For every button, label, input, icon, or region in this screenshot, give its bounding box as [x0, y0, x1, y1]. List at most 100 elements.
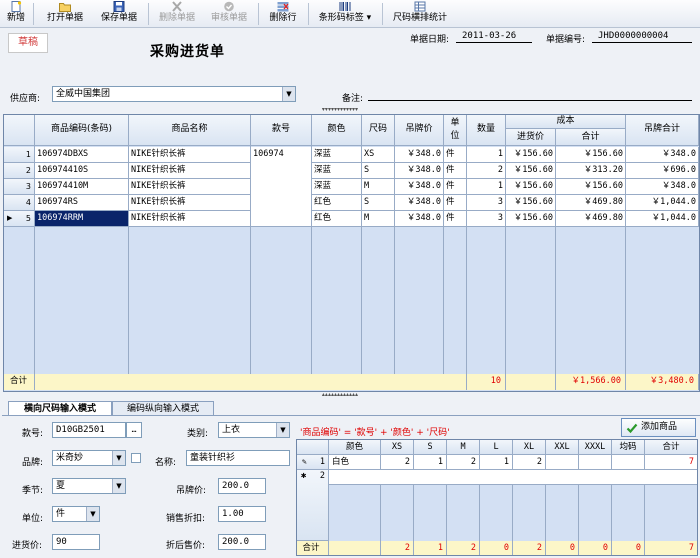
- splitter-handle[interactable]: ▾▾▾▾▾▾▾▾▾▾▾▾: [300, 107, 380, 113]
- tab-horizontal-size-input[interactable]: 横向尺码输入模式: [8, 401, 112, 416]
- open-button[interactable]: 打开单据: [40, 1, 90, 27]
- size-col-header-xs[interactable]: XS: [381, 440, 414, 455]
- cell-color[interactable]: 红色: [312, 211, 362, 227]
- cell-name[interactable]: NIKE针织长裤: [129, 163, 251, 179]
- cell-size[interactable]: S: [362, 195, 395, 211]
- unit-select[interactable]: 件 ▼: [52, 506, 100, 522]
- chevron-down-icon[interactable]: ▼: [282, 87, 295, 101]
- size-col-header-onesize[interactable]: 均码: [612, 440, 645, 455]
- size-cell-color[interactable]: 白色: [329, 455, 381, 470]
- cell-size[interactable]: XS: [362, 147, 395, 163]
- save-button[interactable]: 保存单据: [94, 1, 144, 27]
- cell-tag-price[interactable]: ￥348.0: [395, 163, 444, 179]
- cell-code[interactable]: 106974410M: [35, 179, 129, 195]
- cell-tag-total[interactable]: ￥348.0: [626, 147, 699, 163]
- size-col-header-xxl[interactable]: XXL: [546, 440, 579, 455]
- cell-color[interactable]: 深蓝: [312, 147, 362, 163]
- cell-name[interactable]: NIKE针织长裤: [129, 179, 251, 195]
- cell-tag-price[interactable]: ￥348.0: [395, 195, 444, 211]
- size-col-header-m[interactable]: M: [447, 440, 480, 455]
- cell-unit[interactable]: 件: [444, 147, 467, 163]
- cell-tag-total[interactable]: ￥696.0: [626, 163, 699, 179]
- chevron-down-icon[interactable]: ▼: [112, 479, 125, 493]
- brand-select[interactable]: 米奇妙 ▼: [52, 450, 126, 466]
- cell-unit[interactable]: 件: [444, 195, 467, 211]
- size-row-header[interactable]: ✱ 2: [297, 470, 329, 541]
- col-header-tag-price[interactable]: 吊牌价: [395, 115, 444, 146]
- col-header-color[interactable]: 颜色: [312, 115, 362, 146]
- season-select[interactable]: 夏 ▼: [52, 478, 126, 494]
- size-col-header-color[interactable]: 颜色: [329, 440, 381, 455]
- sale-price-input[interactable]: 200.0: [218, 534, 266, 550]
- cell-total[interactable]: ￥469.80: [556, 211, 626, 227]
- splitter-handle[interactable]: ▴▴▴▴▴▴▴▴▴▴▴▴: [300, 392, 380, 398]
- cell-size[interactable]: M: [362, 211, 395, 227]
- cell-color[interactable]: 深蓝: [312, 179, 362, 195]
- browse-button[interactable]: …: [126, 422, 142, 438]
- col-header-qty[interactable]: 数量: [467, 115, 506, 146]
- add-product-button[interactable]: 添加商品: [621, 418, 696, 437]
- cost-input[interactable]: 90: [52, 534, 100, 550]
- cell-unit[interactable]: 件: [444, 163, 467, 179]
- cell-style[interactable]: 106974: [251, 147, 312, 227]
- cell-name[interactable]: NIKE针织长裤: [129, 147, 251, 163]
- col-header-total[interactable]: 合计: [556, 129, 626, 146]
- cell-color[interactable]: 红色: [312, 195, 362, 211]
- brand-checkbox[interactable]: [131, 453, 141, 463]
- date-field[interactable]: 2011-03-26: [456, 31, 532, 43]
- cell-purchase-price[interactable]: ￥156.60: [506, 195, 556, 211]
- delete-button[interactable]: 删除单据: [153, 1, 201, 27]
- number-field[interactable]: JHD0000000004: [592, 31, 692, 43]
- cell-tag-price[interactable]: ￥348.0: [395, 179, 444, 195]
- cell-purchase-price[interactable]: ￥156.60: [506, 179, 556, 195]
- size-cell-xxl[interactable]: [546, 455, 579, 470]
- chevron-down-icon[interactable]: ▼: [276, 423, 289, 437]
- size-row-header[interactable]: ✎ 1: [297, 455, 329, 470]
- cell-name[interactable]: NIKE针织长裤: [129, 195, 251, 211]
- col-header-name[interactable]: 商品名称: [129, 115, 251, 146]
- size-cell-l[interactable]: 1: [480, 455, 513, 470]
- col-header-code[interactable]: 商品编码(条码): [35, 115, 129, 146]
- cell-qty[interactable]: 3: [467, 195, 506, 211]
- cell-total[interactable]: ￥156.60: [556, 179, 626, 195]
- category-select[interactable]: 上衣 ▼: [218, 422, 290, 438]
- size-cell-xxxl[interactable]: [579, 455, 612, 470]
- row-header[interactable]: 4: [4, 195, 35, 211]
- row-header[interactable]: 1: [4, 147, 35, 163]
- cell-qty[interactable]: 1: [467, 147, 506, 163]
- col-header-unit[interactable]: 单位: [444, 115, 467, 146]
- cell-color[interactable]: 深蓝: [312, 163, 362, 179]
- cell-code[interactable]: 106974410S: [35, 163, 129, 179]
- tab-vertical-code-input[interactable]: 编码纵向输入模式: [112, 401, 214, 416]
- size-cell-xl[interactable]: 2: [513, 455, 546, 470]
- cell-purchase-price[interactable]: ￥156.60: [506, 211, 556, 227]
- tag-price-input[interactable]: 200.0: [218, 478, 266, 494]
- cell-purchase-price[interactable]: ￥156.60: [506, 147, 556, 163]
- cell-code[interactable]: 106974RS: [35, 195, 129, 211]
- row-header[interactable]: 2: [4, 163, 35, 179]
- remark-field[interactable]: [368, 89, 692, 101]
- cell-tag-total[interactable]: ￥1,044.0: [626, 195, 699, 211]
- chevron-down-icon[interactable]: ▼: [112, 451, 125, 465]
- size-col-header-xl[interactable]: XL: [513, 440, 546, 455]
- supplier-select[interactable]: 全威中国集团 ▼: [52, 86, 296, 102]
- delete-row-button[interactable]: 删除行: [262, 1, 304, 27]
- name-input[interactable]: 童装针织衫: [186, 450, 290, 466]
- cell-tag-price[interactable]: ￥348.0: [395, 211, 444, 227]
- row-header[interactable]: 3: [4, 179, 35, 195]
- size-col-header-l[interactable]: L: [480, 440, 513, 455]
- cell-size[interactable]: S: [362, 163, 395, 179]
- size-col-header-total[interactable]: 合计: [645, 440, 697, 455]
- cell-size[interactable]: M: [362, 179, 395, 195]
- cell-tag-total[interactable]: ￥1,044.0: [626, 211, 699, 227]
- cell-name[interactable]: NIKE针织长裤: [129, 211, 251, 227]
- size-cell-xs[interactable]: 2: [381, 455, 414, 470]
- cell-total[interactable]: ￥313.20: [556, 163, 626, 179]
- chevron-down-icon[interactable]: ▼: [86, 507, 99, 521]
- size-cell-m[interactable]: 2: [447, 455, 480, 470]
- cell-qty[interactable]: 2: [467, 163, 506, 179]
- cell-tag-price[interactable]: ￥348.0: [395, 147, 444, 163]
- size-col-header-xxxl[interactable]: XXXL: [579, 440, 612, 455]
- cell-qty[interactable]: 1: [467, 179, 506, 195]
- cell-code-selected[interactable]: 106974RRM: [35, 211, 129, 227]
